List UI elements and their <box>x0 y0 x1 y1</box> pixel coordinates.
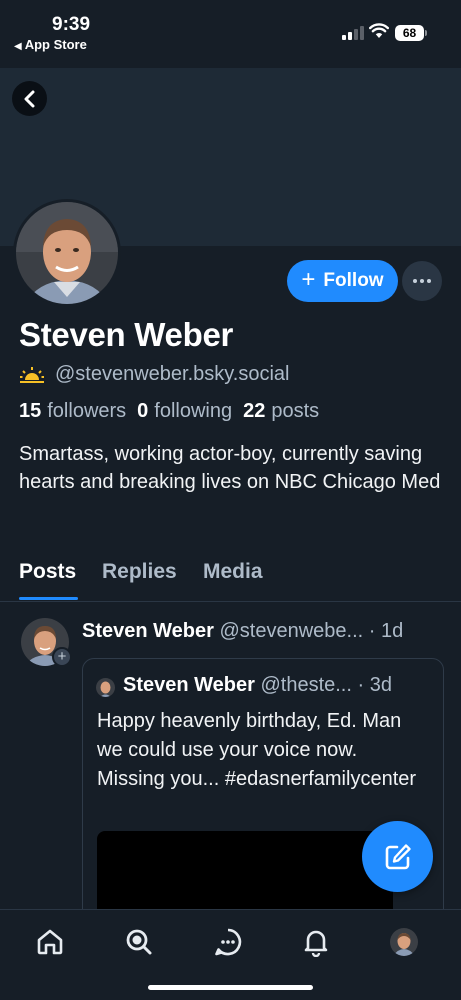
posts-stat: 22 posts <box>243 400 319 423</box>
status-bar: 9:39 ◀ App Store 68 <box>0 0 461 68</box>
nav-chat[interactable] <box>212 926 244 958</box>
back-button[interactable] <box>12 81 47 116</box>
nav-notifications[interactable] <box>300 926 332 958</box>
follow-author-plus-icon[interactable]: + <box>52 647 72 667</box>
quoted-post-text: Happy heavenly birthday, Ed. Man we coul… <box>97 710 417 790</box>
ellipsis-icon <box>413 279 431 283</box>
home-icon <box>37 929 63 955</box>
back-to-app-link[interactable]: ◀ App Store <box>14 37 87 52</box>
profile-tabs: Posts Replies Media <box>0 556 461 602</box>
search-icon <box>126 929 152 955</box>
following-count: 0 <box>137 400 149 422</box>
quoted-author-name: Steven Weber <box>123 674 255 696</box>
tab-media[interactable]: Media <box>203 560 263 584</box>
post-author-handle: @stevenwebe... <box>219 620 364 642</box>
nav-profile[interactable] <box>388 926 420 958</box>
display-name: Steven Weber <box>19 316 234 353</box>
quoted-author-handle: @theste... <box>260 674 352 696</box>
post-header: Steven Weber @stevenwebe... · 1d <box>82 620 452 643</box>
wifi-icon <box>369 23 389 38</box>
nav-home[interactable] <box>34 926 66 958</box>
followers-stat[interactable]: 15 followers <box>19 400 126 423</box>
tab-posts[interactable]: Posts <box>19 560 76 584</box>
plus-icon: + <box>301 266 316 293</box>
signal-icon <box>342 26 364 40</box>
quoted-post-media[interactable] <box>97 831 393 909</box>
battery-indicator: 68 <box>395 25 427 41</box>
back-app-label: App Store <box>24 37 87 52</box>
follow-label: Follow <box>323 270 384 291</box>
posts-count: 22 <box>243 400 266 422</box>
profile-bio: Smartass, working actor-boy, currently s… <box>19 443 441 493</box>
quoted-timestamp: · 3d <box>357 674 392 696</box>
tab-replies[interactable]: Replies <box>102 560 177 584</box>
active-tab-indicator <box>19 597 78 600</box>
follow-button[interactable]: + Follow <box>287 260 398 302</box>
following-stat[interactable]: 0 following <box>137 400 232 423</box>
followers-count: 15 <box>19 400 42 422</box>
chat-icon <box>215 928 242 956</box>
handle-row: @stevenweber.bsky.social <box>19 363 289 386</box>
quoted-author-avatar <box>96 678 115 697</box>
bell-icon <box>304 930 328 957</box>
post-author-name[interactable]: Steven Weber <box>82 620 214 642</box>
compose-button[interactable] <box>362 821 433 892</box>
back-triangle-icon: ◀ <box>14 41 22 52</box>
home-indicator <box>148 985 313 990</box>
posts-label: posts <box>271 400 320 422</box>
more-options-button[interactable] <box>402 261 442 301</box>
compose-icon <box>385 843 411 869</box>
followers-label: followers <box>47 400 127 422</box>
quoted-post-header: Steven Weber @theste... · 3d <box>123 674 392 697</box>
nav-search[interactable] <box>123 926 155 958</box>
post-timestamp: · 1d <box>368 620 404 642</box>
following-label: following <box>154 400 233 422</box>
handle: @stevenweber.bsky.social <box>55 363 290 385</box>
avatar <box>390 928 418 956</box>
sunrise-icon <box>20 366 44 383</box>
profile-stats: 15 followers 0 following 22 posts <box>19 400 319 423</box>
profile-avatar[interactable] <box>13 199 121 307</box>
status-time: 9:39 <box>52 14 91 35</box>
chevron-left-icon <box>24 90 34 107</box>
